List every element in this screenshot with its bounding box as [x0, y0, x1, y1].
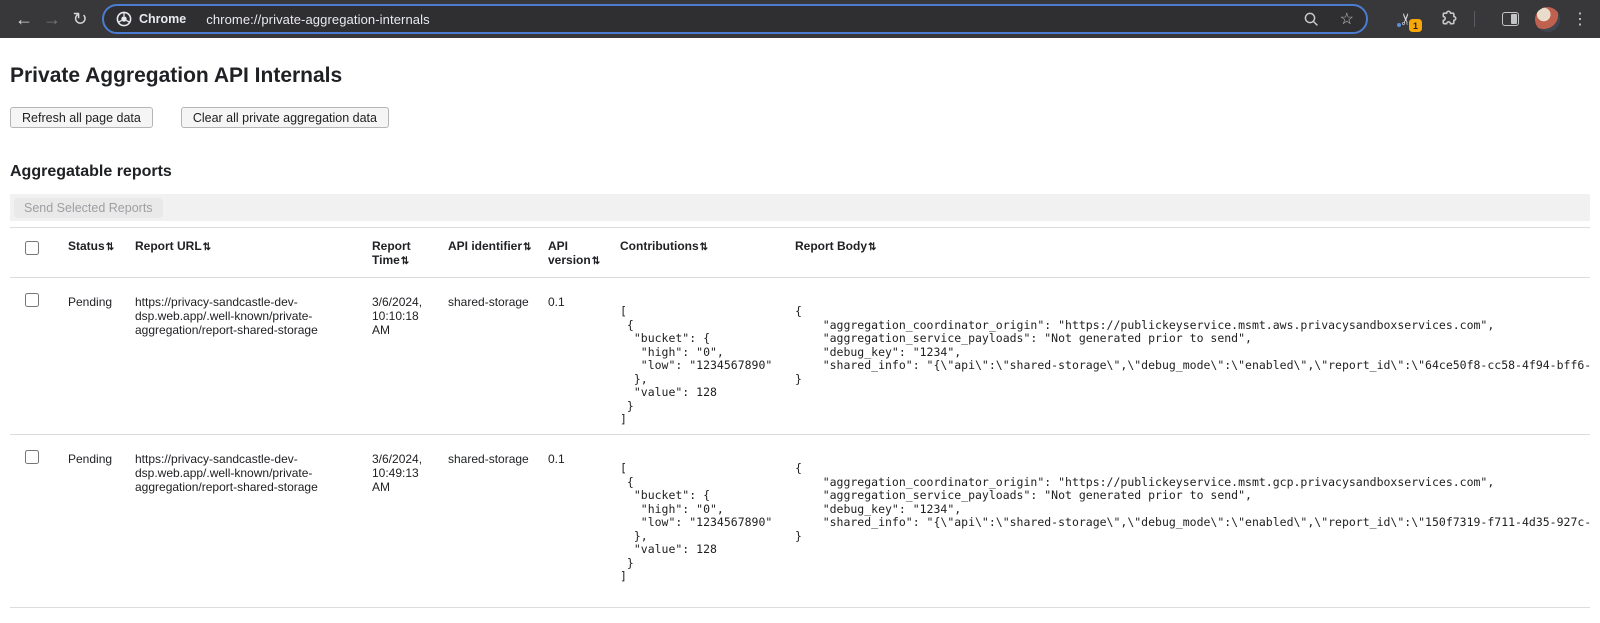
reload-icon: ↻ — [72, 9, 87, 30]
table-header-row: Status⇅ Report URL⇅ Report Time⇅ API ide… — [10, 228, 1590, 278]
header-api-identifier[interactable]: API identifier⇅ — [448, 228, 548, 278]
forward-icon: → — [43, 9, 61, 30]
report-url-cell: https://privacy-sandcastle-dev-dsp.web.a… — [135, 435, 372, 608]
bookmark-star-icon[interactable]: ☆ — [1340, 9, 1354, 29]
report-time-cell: 3/6/2024, 10:49:13 AM — [372, 435, 448, 608]
contributions-cell: [ { "bucket": { "high": "0", "low": "123… — [620, 278, 795, 435]
clear-all-button[interactable]: Clear all private aggregation data — [181, 107, 389, 128]
contributions-cell: [ { "bucket": { "high": "0", "low": "123… — [620, 435, 795, 608]
extension-badge: 1 — [1409, 19, 1422, 32]
scissors-blue-dot — [1397, 23, 1401, 27]
browser-menu-button[interactable]: ⋮ — [1570, 9, 1590, 29]
header-contributions[interactable]: Contributions⇅ — [620, 228, 795, 278]
sort-icon: ⇅ — [401, 256, 409, 267]
row-checkbox[interactable] — [25, 293, 39, 307]
sort-icon: ⇅ — [868, 242, 876, 253]
chrome-logo-icon — [116, 11, 132, 27]
back-icon: ← — [15, 9, 33, 30]
status-cell: Pending — [68, 435, 135, 608]
reports-table: Status⇅ Report URL⇅ Report Time⇅ API ide… — [10, 227, 1590, 608]
sort-icon: ⇅ — [592, 256, 600, 267]
page-title: Private Aggregation API Internals — [10, 64, 1600, 88]
sort-icon: ⇅ — [523, 242, 531, 253]
sort-icon: ⇅ — [106, 242, 114, 253]
contributions-json: [ { "bucket": { "high": "0", "low": "123… — [620, 305, 779, 427]
status-cell: Pending — [68, 278, 135, 435]
puzzle-icon — [1438, 10, 1457, 29]
side-panel-icon — [1502, 12, 1519, 26]
refresh-all-button[interactable]: Refresh all page data — [10, 107, 153, 128]
address-bar[interactable]: Chrome chrome://private-aggregation-inte… — [102, 4, 1368, 34]
sort-icon: ⇅ — [700, 242, 708, 253]
profile-avatar[interactable] — [1535, 7, 1560, 32]
report-body-json: { "aggregation_coordinator_origin": "htt… — [795, 305, 1590, 386]
api-version-cell: 0.1 — [548, 278, 620, 435]
reload-button[interactable]: ↻ — [66, 5, 94, 33]
report-url-cell: https://privacy-sandcastle-dev-dsp.web.a… — [135, 278, 372, 435]
zoom-icon[interactable] — [1303, 11, 1320, 28]
header-report-time[interactable]: Report Time⇅ — [372, 228, 448, 278]
table-row: Pending https://privacy-sandcastle-dev-d… — [10, 435, 1590, 608]
select-all-checkbox[interactable] — [25, 241, 39, 255]
row-checkbox[interactable] — [25, 450, 39, 464]
toolbar-separator — [1474, 11, 1475, 27]
api-identifier-cell: shared-storage — [448, 278, 548, 435]
kebab-menu-icon: ⋮ — [1572, 11, 1588, 28]
report-time-cell: 3/6/2024, 10:10:18 AM — [372, 278, 448, 435]
table-row: Pending https://privacy-sandcastle-dev-d… — [10, 278, 1590, 435]
screenshot-extension-button[interactable]: ✂ 1 — [1394, 5, 1420, 33]
url-text[interactable]: chrome://private-aggregation-internals — [206, 12, 429, 27]
side-panel-button[interactable] — [1497, 5, 1523, 33]
send-selected-reports-button[interactable]: Send Selected Reports — [14, 198, 163, 218]
table-toolbar: Send Selected Reports — [10, 194, 1590, 221]
forward-button[interactable]: → — [38, 5, 66, 33]
report-body-cell: { "aggregation_coordinator_origin": "htt… — [795, 435, 1590, 608]
sort-icon: ⇅ — [203, 242, 211, 253]
api-version-cell: 0.1 — [548, 435, 620, 608]
header-api-version[interactable]: API version⇅ — [548, 228, 620, 278]
report-body-cell: { "aggregation_coordinator_origin": "htt… — [795, 278, 1590, 435]
report-body-json: { "aggregation_coordinator_origin": "htt… — [795, 462, 1590, 543]
header-report-body[interactable]: Report Body⇅ — [795, 228, 1590, 278]
contributions-json: [ { "bucket": { "high": "0", "low": "123… — [620, 462, 779, 584]
api-identifier-cell: shared-storage — [448, 435, 548, 608]
back-button[interactable]: ← — [10, 5, 38, 33]
extensions-button[interactable] — [1434, 5, 1460, 33]
header-report-url[interactable]: Report URL⇅ — [135, 228, 372, 278]
page-actions: Refresh all page data Clear all private … — [10, 107, 1600, 128]
header-status[interactable]: Status⇅ — [68, 228, 135, 278]
browser-toolbar: ← → ↻ Chrome chrome://private-aggregatio… — [0, 0, 1600, 38]
site-label: Chrome — [139, 12, 186, 26]
aggregatable-reports-heading: Aggregatable reports — [10, 163, 1600, 181]
